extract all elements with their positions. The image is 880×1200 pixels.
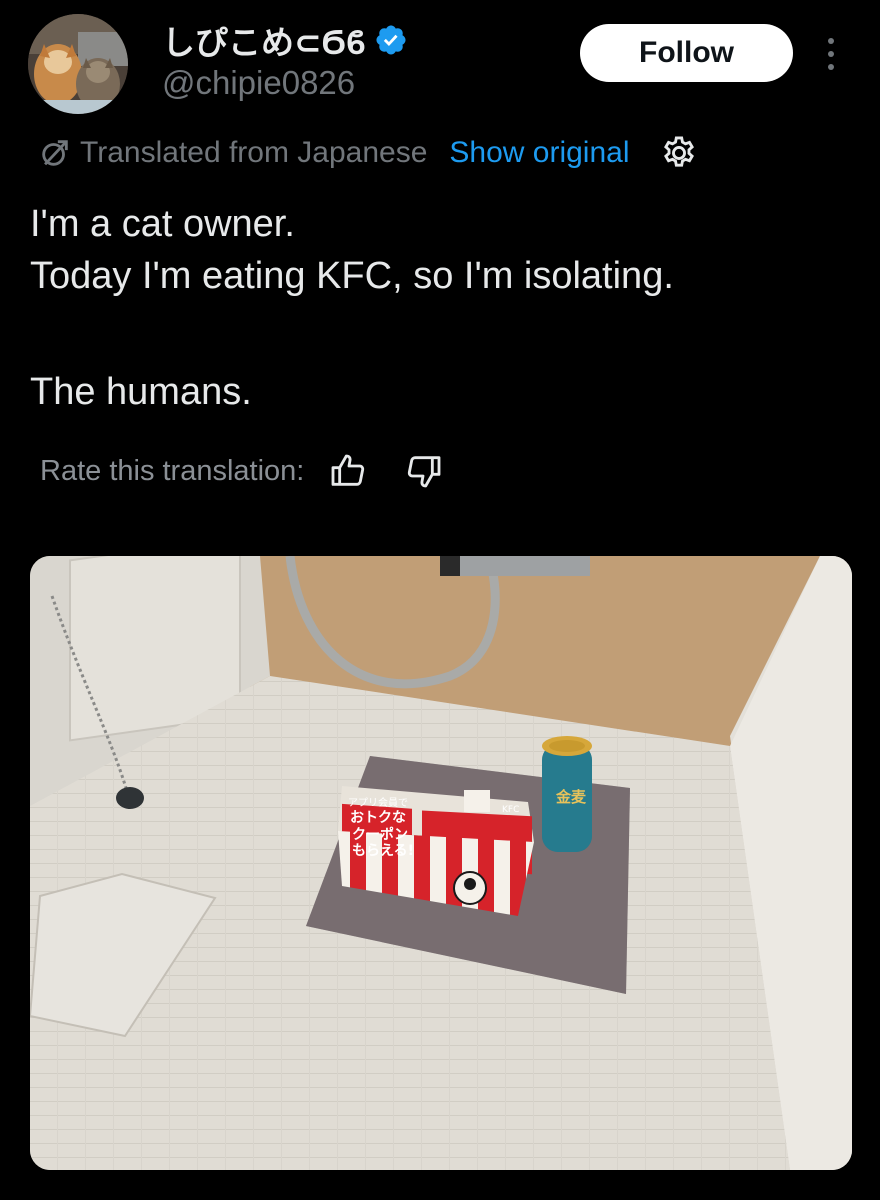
display-name-row: しぴこめ⊂Ϭϐ <box>162 18 408 62</box>
rate-translation-label: Rate this translation: <box>40 454 305 487</box>
handle[interactable]: @chipie0826 <box>162 64 355 102</box>
rate-translation-row: Rate this translation: <box>40 446 444 496</box>
tweet-line: I'm a cat owner. <box>30 203 295 245</box>
tweet-line: Today I'm eating KFC, so I'm isolating. <box>30 255 674 297</box>
more-vertical-icon[interactable] <box>816 32 846 76</box>
cat-avatar-icon <box>28 14 128 114</box>
translate-icon <box>42 140 68 166</box>
tweet-photo[interactable]: アプリ会員で おトクな クーポン もらえる! KFC 金麦 <box>30 556 852 1170</box>
show-original-link[interactable]: Show original <box>449 136 629 170</box>
can-text: 金麦 <box>555 788 587 806</box>
translation-bar: Translated from Japanese Show original <box>38 130 698 176</box>
verified-badge-icon <box>376 25 406 55</box>
translated-from-label: Translated from Japanese <box>80 136 428 169</box>
tweet-text: I'm a cat owner. Today I'm eating KFC, s… <box>30 198 850 418</box>
bathroom-photo-image: アプリ会員で おトクな クーポン もらえる! KFC 金麦 <box>30 556 852 1170</box>
thumbs-up-icon[interactable] <box>328 451 368 491</box>
gear-icon[interactable] <box>660 134 698 172</box>
avatar[interactable] <box>28 14 128 114</box>
thumbs-down-icon[interactable] <box>404 451 444 491</box>
box-brand: KFC <box>502 805 519 815</box>
follow-button[interactable]: Follow <box>580 24 793 82</box>
tweet-header: しぴこめ⊂Ϭϐ @chipie0826 Follow <box>0 0 880 120</box>
box-text: おトクな <box>350 810 406 826</box>
tweet-line: The humans. <box>30 371 252 413</box>
box-text: アプリ会員で <box>348 796 408 809</box>
box-text: クーポン <box>352 826 408 843</box>
box-text: もらえる! <box>352 843 414 859</box>
display-name[interactable]: しぴこめ⊂Ϭϐ <box>162 16 366 64</box>
